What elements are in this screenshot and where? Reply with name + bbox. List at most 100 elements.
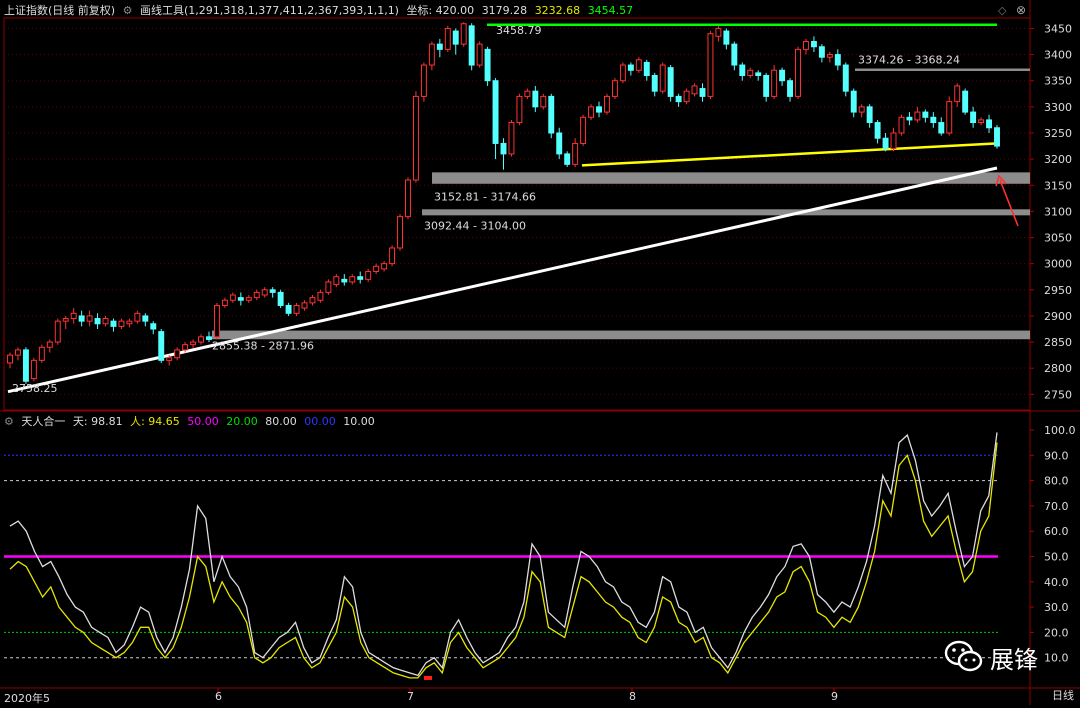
candle-body xyxy=(102,318,109,325)
candle-body xyxy=(14,349,21,356)
candle-body xyxy=(70,312,77,320)
chart-title: 上证指数(日线 前复权) xyxy=(4,4,116,17)
chart-canvas[interactable]: 2750 2800 2850 2900 2950 3000 3050 3100 3150 3200… xyxy=(0,0,1080,705)
candle-body xyxy=(174,349,181,359)
candle-body xyxy=(755,72,762,76)
candle-body xyxy=(611,80,618,97)
candle-body xyxy=(333,276,340,286)
candle-body xyxy=(532,90,539,108)
candle-body xyxy=(619,64,626,82)
candle-body xyxy=(723,30,730,45)
candle-body xyxy=(970,111,977,124)
candle-body xyxy=(707,33,714,97)
candle-body xyxy=(962,90,969,113)
price-tick-label: 3350 xyxy=(1044,75,1072,88)
price-tick-label: 3000 xyxy=(1044,258,1072,271)
candle-body xyxy=(62,318,69,322)
candle-body xyxy=(428,43,435,66)
candle-body xyxy=(946,101,953,134)
candle-body xyxy=(253,291,260,299)
candle-body xyxy=(540,95,547,108)
candle-body xyxy=(357,276,364,280)
candle-body xyxy=(341,278,348,283)
candle-body xyxy=(30,359,37,380)
time-tick-label: 9 xyxy=(831,690,838,703)
price-tick-label: 3200 xyxy=(1044,153,1072,166)
candle-body xyxy=(659,64,666,92)
candle-body xyxy=(818,46,825,58)
candle-body xyxy=(436,43,443,50)
candle-body xyxy=(978,119,985,124)
candle-body xyxy=(476,43,483,66)
p80-value: 80.00 xyxy=(265,415,297,428)
candle-body xyxy=(301,302,308,309)
candle-body xyxy=(460,23,467,45)
arrow-shaft xyxy=(999,179,1019,227)
price-tick-label: 3450 xyxy=(1044,22,1072,35)
indicator-tick-label: 90.0 xyxy=(1044,449,1069,462)
candle-body xyxy=(405,179,411,218)
price-annotation: 3152.81 - 3174.66 xyxy=(434,190,536,203)
indicator-name: 天人合一 xyxy=(21,415,66,428)
candle-body xyxy=(739,64,746,76)
price-tick-label: 3050 xyxy=(1044,232,1072,245)
indicator-tick-label: 50.0 xyxy=(1044,551,1069,564)
candle-body xyxy=(269,289,276,293)
indicator-tick-label: 30.0 xyxy=(1044,601,1069,614)
candle-body xyxy=(866,106,873,124)
price-tick-label: 2800 xyxy=(1044,362,1072,375)
candle-body xyxy=(22,349,29,382)
candle-body xyxy=(596,106,602,113)
candle-body xyxy=(373,265,380,272)
price-tick-label: 3100 xyxy=(1044,205,1072,218)
chart-header: 上证指数(日线 前复权) ⚙ 画线工具(1,291,318,1,377,411,… xyxy=(4,2,637,20)
candle-body xyxy=(580,116,587,144)
indicator-tick-label: 20.0 xyxy=(1044,626,1069,639)
candle-body xyxy=(293,304,300,314)
price-annotation: 3374.26 - 3368.24 xyxy=(858,54,960,67)
candle-body xyxy=(317,291,324,301)
time-start-label: 2020年5 xyxy=(4,692,50,705)
price-tick-label: 2900 xyxy=(1044,310,1072,323)
candle-body xyxy=(898,116,905,134)
coord-value-2: 3232.68 xyxy=(534,4,581,17)
candle-body xyxy=(198,336,204,343)
candle-body xyxy=(78,315,85,322)
candle-body xyxy=(675,95,682,103)
coord-value-3: 3454.57 xyxy=(587,4,634,17)
candle-body xyxy=(938,122,945,134)
candle-body xyxy=(412,95,419,181)
panel-expand-icon[interactable]: ◇ xyxy=(998,4,1007,17)
candle-body xyxy=(890,132,897,150)
price-annotation: 3092.44 - 3104.00 xyxy=(424,219,526,232)
candle-body xyxy=(548,95,555,134)
price-tick-label: 3300 xyxy=(1044,101,1072,114)
candle-body xyxy=(643,61,650,76)
candle-body xyxy=(994,127,1000,147)
candle-body xyxy=(221,299,228,306)
settings-icon[interactable]: ⚙ xyxy=(123,4,133,17)
indicator-tick-label: 80.0 xyxy=(1044,475,1069,488)
indicator-tick-label: 10.0 xyxy=(1044,652,1069,665)
p00-value: 00.00 xyxy=(304,415,336,428)
candle-body xyxy=(381,263,388,270)
tian-value: 天: 98.81 xyxy=(72,415,123,428)
candle-body xyxy=(882,137,889,150)
candle-body xyxy=(444,27,451,50)
candle-body xyxy=(166,357,173,361)
candle-body xyxy=(118,320,125,327)
candle-body xyxy=(213,304,220,338)
watermark-text: 展锋 xyxy=(990,646,1038,674)
candle-body xyxy=(397,216,403,249)
panel-toggle-icon[interactable]: ⊗ xyxy=(1016,3,1026,17)
period-tab[interactable]: 日线 xyxy=(1052,687,1074,703)
candle-body xyxy=(771,69,778,97)
candle-body xyxy=(468,25,475,66)
indicator-header: ⚙ 天人合一 天: 98.81 人: 94.65 50.00 20.00 80.… xyxy=(4,413,379,431)
chart-stage[interactable]: 2750 2800 2850 2900 2950 3000 3050 3100 3150 3200… xyxy=(0,0,1080,705)
candle-body xyxy=(245,297,252,301)
indicator-settings-icon[interactable]: ⚙ xyxy=(4,415,14,428)
draw-tool-label[interactable]: 画线工具(1,291,318,1,377,411,2,367,393,1,1,1… xyxy=(140,4,399,17)
ren-value: 人: 94.65 xyxy=(130,415,180,428)
candle-body xyxy=(874,122,881,139)
